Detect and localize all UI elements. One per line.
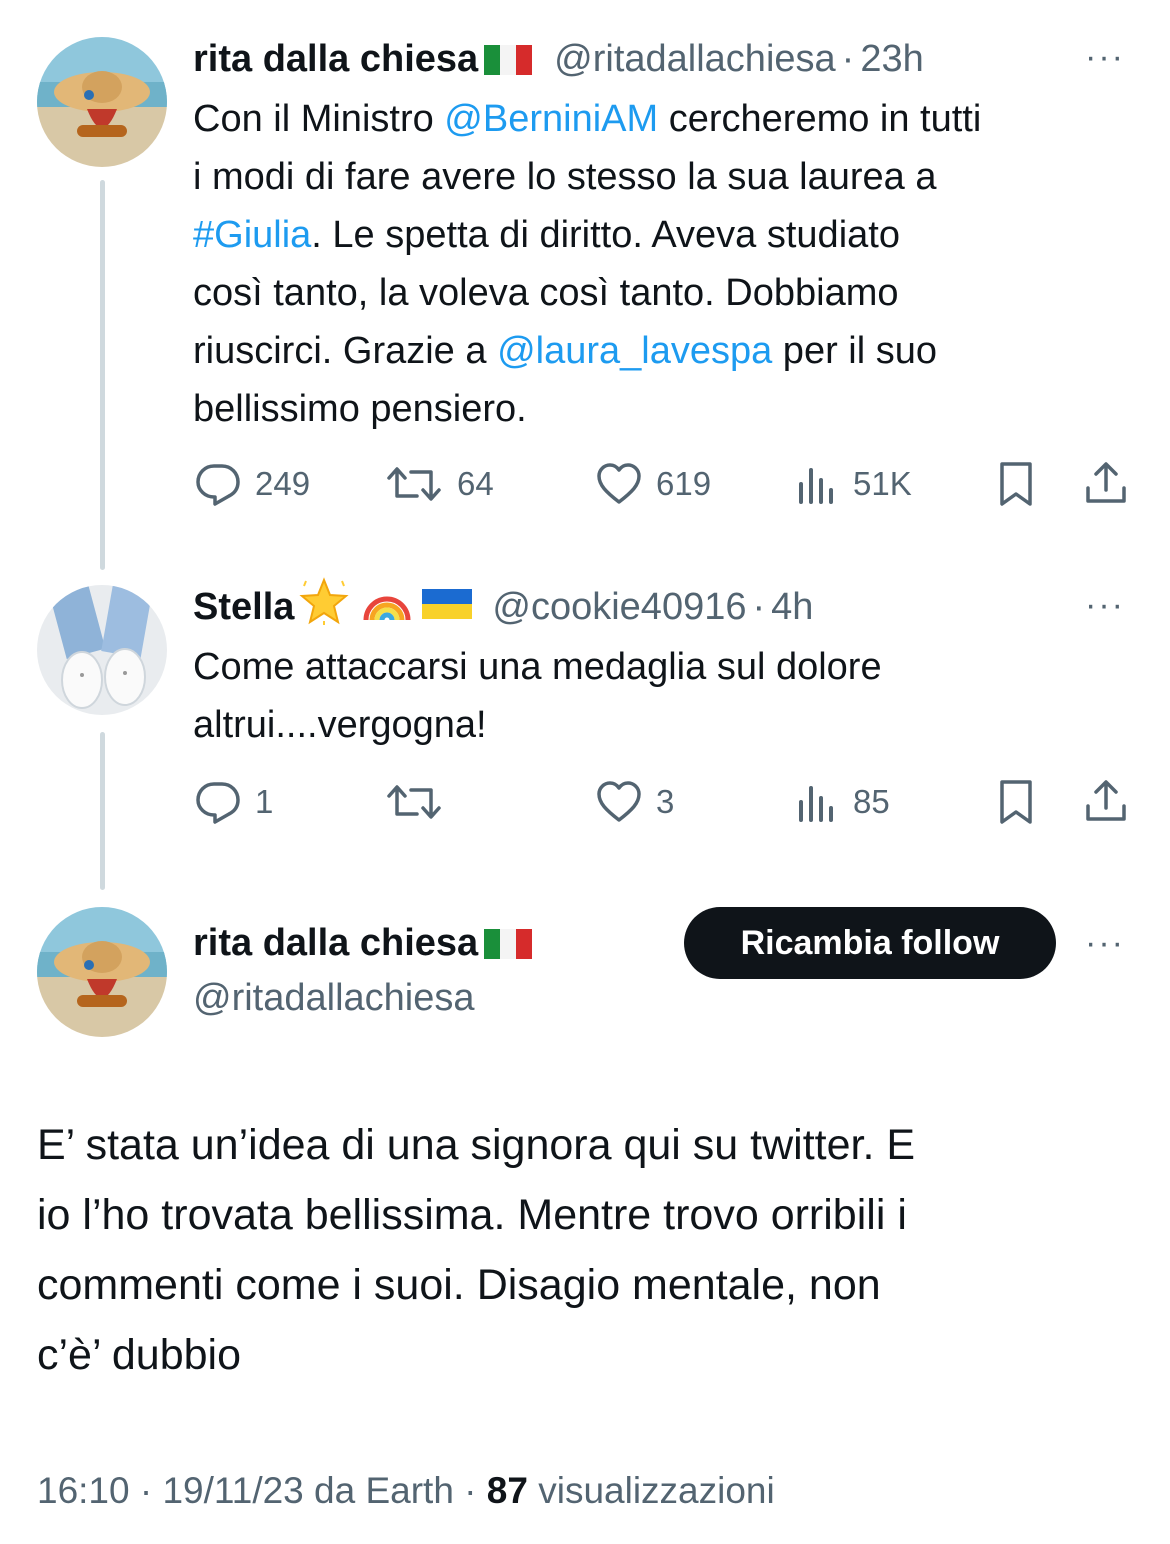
share-icon xyxy=(1086,462,1126,503)
share-button[interactable] xyxy=(1083,778,1129,824)
display-name[interactable]: rita dalla chiesa xyxy=(193,922,478,965)
follow-back-button[interactable]: Ricambia follow xyxy=(684,907,1056,979)
heart-icon xyxy=(597,463,641,504)
reply-count: 1 xyxy=(255,783,274,820)
reply-icon xyxy=(196,464,240,506)
more-options-icon[interactable]: ··· xyxy=(1085,586,1125,625)
like-button[interactable]: 3 xyxy=(596,780,674,824)
reply-button[interactable]: 249 xyxy=(195,462,310,506)
user-handle[interactable]: @ritadallachiesa xyxy=(193,977,475,1020)
views-count: 51K xyxy=(853,465,912,502)
share-button[interactable] xyxy=(1083,460,1129,506)
bookmark-icon xyxy=(1000,780,1032,824)
like-count: 3 xyxy=(656,783,675,820)
heart-icon xyxy=(597,781,641,822)
tweet-text: E’ stata un’idea di una signora qui su t… xyxy=(37,1121,916,1379)
tweet-text: Come attaccarsi una medaglia sul dolore … xyxy=(193,646,882,746)
user-handle[interactable]: @cookie40916 xyxy=(492,586,746,629)
views-count: 85 xyxy=(853,783,890,820)
thread-line xyxy=(100,732,105,890)
views-label: visualizzazioni xyxy=(527,1470,775,1511)
separator: · xyxy=(752,585,766,628)
rainbow-icon xyxy=(362,580,412,634)
timestamp[interactable]: 23h xyxy=(860,38,923,81)
share-icon xyxy=(1086,780,1126,821)
user-handle[interactable]: @ritadallachiesa xyxy=(554,38,836,81)
tweet-text: Con il Ministro @BerniniAM cercheremo in… xyxy=(193,98,982,430)
views-button[interactable]: 51K xyxy=(797,462,912,506)
bookmark-button[interactable] xyxy=(997,778,1035,826)
mention-link[interactable]: @laura_lavespa xyxy=(497,330,772,372)
tweet-header: Stella @cookie40916 · 4h xyxy=(193,577,813,630)
avatar[interactable] xyxy=(37,907,167,1037)
mention-link[interactable]: @BerniniAM xyxy=(444,98,658,140)
more-options-icon[interactable]: ··· xyxy=(1085,38,1125,77)
like-count: 619 xyxy=(656,465,712,502)
italy-flag-icon xyxy=(484,42,533,75)
thread-line xyxy=(100,180,105,570)
bookmark-icon xyxy=(1000,462,1032,506)
views-button[interactable]: 85 xyxy=(797,780,890,824)
views-icon xyxy=(799,468,833,504)
separator: · xyxy=(841,37,855,80)
retweet-count: 64 xyxy=(457,465,494,502)
more-options-icon[interactable]: ··· xyxy=(1085,924,1125,963)
display-name[interactable]: Stella xyxy=(193,586,294,629)
retweet-button[interactable] xyxy=(385,780,443,824)
retweet-icon xyxy=(387,467,441,501)
timestamp[interactable]: 4h xyxy=(771,586,813,629)
views-icon xyxy=(799,786,833,822)
reply-button[interactable]: 1 xyxy=(195,780,273,824)
tweet-header: rita dalla chiesa @ritadallachiesa · 23h xyxy=(193,36,924,82)
glowing-star-icon xyxy=(298,577,350,637)
retweet-icon xyxy=(387,785,441,819)
like-button[interactable]: 619 xyxy=(596,462,711,506)
retweet-button[interactable]: 64 xyxy=(385,462,494,506)
ukraine-flag-icon xyxy=(422,586,473,629)
timestamp-source[interactable]: 16:10 · 19/11/23 da Earth · xyxy=(37,1470,487,1511)
author-name-row: rita dalla chiesa xyxy=(193,920,533,966)
avatar[interactable] xyxy=(37,585,167,715)
views-count: 87 xyxy=(486,1470,528,1511)
hashtag-link[interactable]: #Giulia xyxy=(193,214,311,256)
display-name[interactable]: rita dalla chiesa xyxy=(193,38,478,81)
italy-flag-icon xyxy=(484,926,533,959)
tweet-meta: 16:10 · 19/11/23 da Earth · 87 visualizz… xyxy=(37,1470,775,1512)
reply-count: 249 xyxy=(255,465,311,502)
reply-icon xyxy=(196,782,240,824)
avatar[interactable] xyxy=(37,37,167,167)
bookmark-button[interactable] xyxy=(997,460,1035,508)
